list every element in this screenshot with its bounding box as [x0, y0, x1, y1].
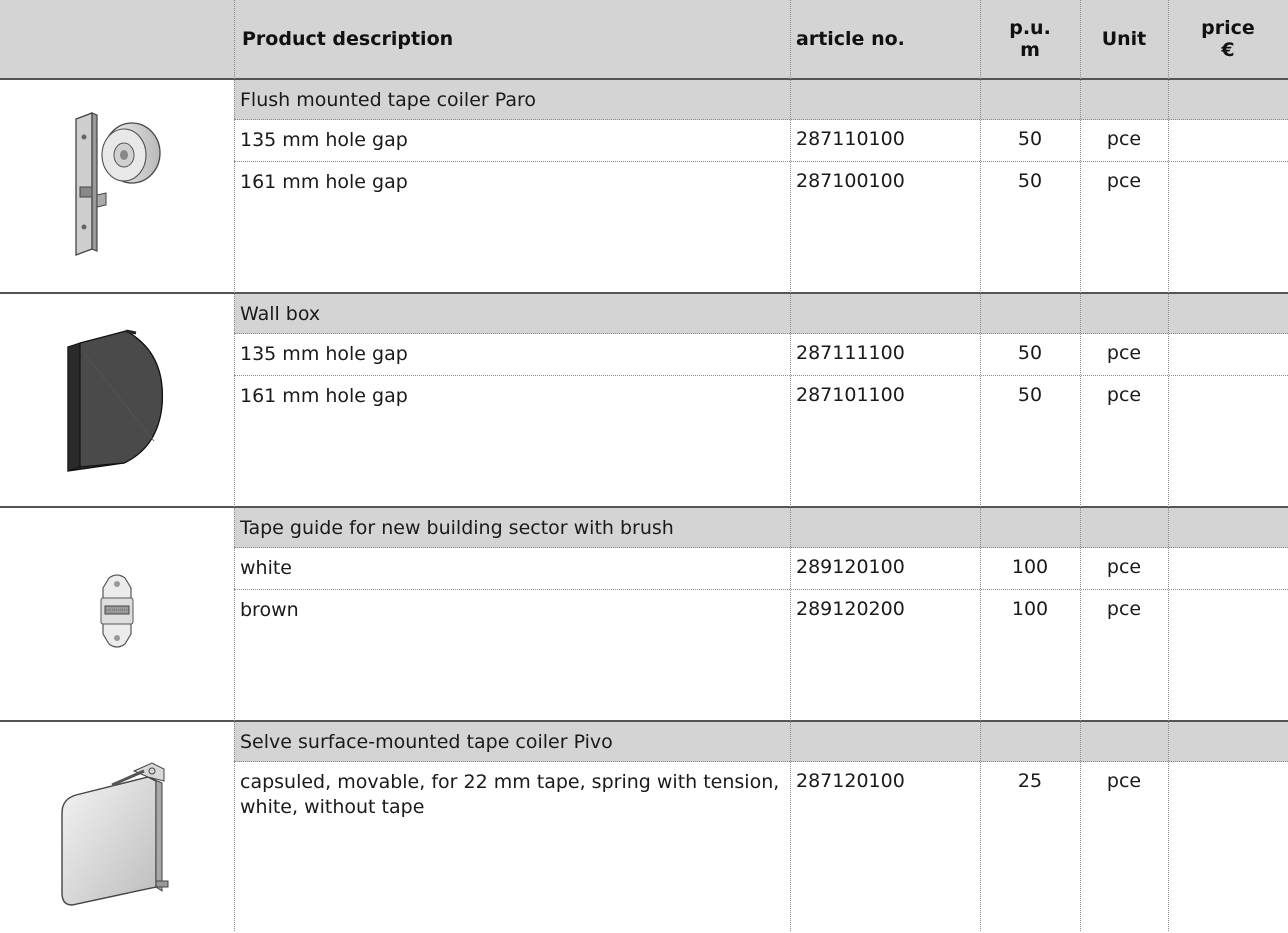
product-group-wall-box: Wall box 135 mm hole gap 287111100 50 pc… — [0, 292, 1288, 506]
column-divider — [980, 0, 981, 931]
header-pu: p.u. m — [980, 0, 1080, 78]
column-divider — [1080, 0, 1081, 931]
flush-tape-coiler-icon — [62, 109, 172, 263]
row-unit: pce — [1106, 556, 1142, 578]
row-pu: 50 — [1017, 342, 1043, 364]
table-row: 161 mm hole gap 287100100 50 pce — [234, 162, 1288, 292]
column-divider — [234, 0, 235, 931]
header-image-column — [0, 0, 234, 78]
row-article-no: 289120200 — [796, 598, 905, 620]
row-unit: pce — [1106, 128, 1142, 150]
table-row: brown 289120200 100 pce — [234, 590, 1288, 720]
product-image-paro — [0, 80, 234, 292]
row-article-no: 287111100 — [796, 342, 905, 364]
row-description: brown — [240, 599, 299, 621]
tape-guide-icon — [87, 572, 147, 656]
row-pu: 50 — [1017, 170, 1043, 192]
surface-tape-coiler-icon — [52, 741, 182, 915]
row-description: 135 mm hole gap — [240, 343, 408, 365]
table-row: white 289120100 100 pce — [234, 548, 1288, 590]
product-image-tape-guide — [0, 508, 234, 720]
row-price — [1168, 590, 1288, 720]
header-article-no: article no. — [796, 28, 905, 50]
row-unit: pce — [1106, 170, 1142, 192]
header-product-description: Product description — [242, 28, 454, 50]
header-price-line2: € — [1221, 39, 1235, 61]
row-pu: 100 — [1011, 556, 1049, 578]
row-description: white — [240, 557, 292, 579]
header-price: price € — [1168, 0, 1288, 78]
group-title: Flush mounted tape coiler Paro — [234, 80, 1288, 120]
product-group-tape-guide: Tape guide for new building sector with … — [0, 506, 1288, 720]
row-unit: pce — [1106, 770, 1142, 792]
group-title: Selve surface-mounted tape coiler Pivo — [234, 722, 1288, 762]
group-title: Wall box — [234, 294, 1288, 334]
header-pu-line1: p.u. — [1009, 17, 1051, 39]
row-unit: pce — [1106, 384, 1142, 406]
row-pu: 100 — [1011, 598, 1049, 620]
row-description: 161 mm hole gap — [240, 171, 408, 193]
table-row: 135 mm hole gap 287111100 50 pce — [234, 334, 1288, 376]
group-title: Tape guide for new building sector with … — [234, 508, 1288, 548]
row-article-no: 287110100 — [796, 128, 905, 150]
wall-box-icon — [62, 323, 172, 477]
row-description: capsuled, movable, for 22 mm tape, sprin… — [240, 771, 780, 818]
row-description: 161 mm hole gap — [240, 385, 408, 407]
column-divider — [1168, 0, 1169, 931]
table-row: 135 mm hole gap 287110100 50 pce — [234, 120, 1288, 162]
product-image-wall-box — [0, 294, 234, 506]
row-price — [1168, 762, 1288, 933]
header-pu-line2: m — [1020, 39, 1040, 61]
row-article-no: 287100100 — [796, 170, 905, 192]
row-unit: pce — [1106, 342, 1142, 364]
header-price-line1: price — [1201, 17, 1255, 39]
table-header: Product description article no. p.u. m Un… — [0, 0, 1288, 80]
product-image-pivo — [0, 722, 234, 933]
row-pu: 50 — [1017, 128, 1043, 150]
row-price — [1168, 162, 1288, 292]
table-row: capsuled, movable, for 22 mm tape, sprin… — [234, 762, 1288, 933]
row-pu: 50 — [1017, 384, 1043, 406]
header-unit: Unit — [1101, 28, 1147, 50]
row-article-no: 287120100 — [796, 770, 905, 792]
column-divider — [790, 0, 791, 931]
product-group-pivo: Selve surface-mounted tape coiler Pivo c… — [0, 720, 1288, 931]
row-price — [1168, 376, 1288, 506]
row-article-no: 287101100 — [796, 384, 905, 406]
row-unit: pce — [1106, 598, 1142, 620]
row-description: 135 mm hole gap — [240, 129, 408, 151]
product-table: Product description article no. p.u. m Un… — [0, 0, 1288, 931]
table-row: 161 mm hole gap 287101100 50 pce — [234, 376, 1288, 506]
row-price — [1168, 334, 1288, 375]
row-article-no: 289120100 — [796, 556, 905, 578]
row-price — [1168, 548, 1288, 589]
row-pu: 25 — [1017, 770, 1043, 792]
row-price — [1168, 120, 1288, 161]
product-group-paro: Flush mounted tape coiler Paro 135 mm ho… — [0, 80, 1288, 292]
